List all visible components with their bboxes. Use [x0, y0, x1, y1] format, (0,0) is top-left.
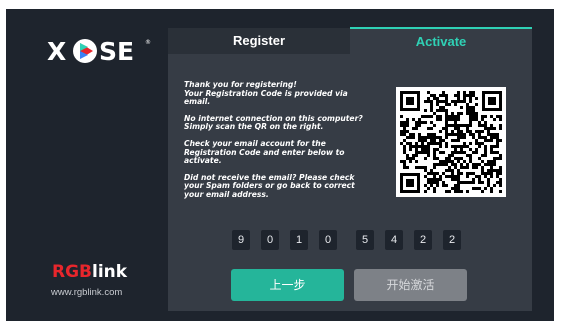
spam-folder-text: Did not receive the email? Please check … — [184, 172, 355, 199]
vendor-url[interactable]: www.rgblink.com — [51, 287, 122, 298]
code-digit[interactable]: 1 — [290, 230, 308, 250]
code-digit[interactable]: 0 — [319, 230, 337, 250]
thank-you-text: Thank you for registering! Your Registra… — [184, 80, 348, 107]
back-button[interactable]: 上一步 — [231, 269, 344, 301]
instructions-text: Thank you for registering! Your Registra… — [184, 80, 384, 208]
code-digit[interactable]: 4 — [385, 230, 403, 250]
xpose-logo: X SE ® — [47, 34, 157, 70]
svg-text:SE: SE — [99, 37, 134, 66]
qr-code-icon — [396, 87, 506, 197]
code-digit[interactable]: 2 — [443, 230, 461, 250]
code-digit[interactable]: 2 — [414, 230, 432, 250]
code-digit[interactable]: 5 — [356, 230, 374, 250]
tab-register[interactable]: Register — [168, 28, 350, 54]
start-activation-button[interactable]: 开始激活 — [354, 269, 467, 301]
no-internet-text: No internet connection on this computer?… — [184, 113, 363, 132]
code-digit[interactable]: 0 — [261, 230, 279, 250]
rgblink-logo: RGBlink — [52, 262, 128, 282]
tab-activate[interactable]: Activate — [350, 27, 532, 55]
check-email-text: Check your email account for the Registr… — [184, 138, 345, 166]
svg-text:X: X — [47, 37, 66, 66]
svg-text:®: ® — [145, 39, 151, 46]
code-digit[interactable]: 9 — [232, 230, 250, 250]
